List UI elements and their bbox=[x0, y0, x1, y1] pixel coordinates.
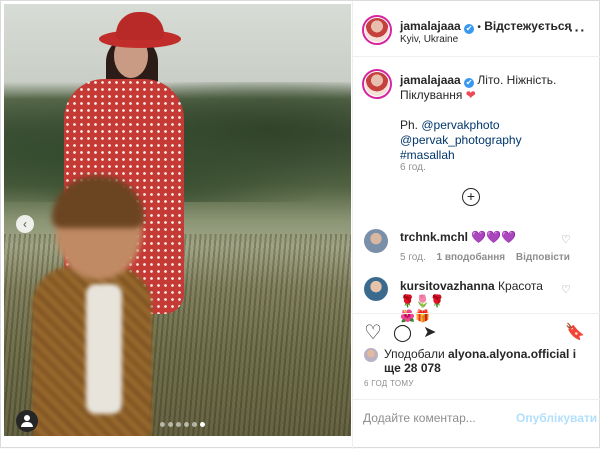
follow-button[interactable]: Відстежується bbox=[484, 19, 571, 33]
carousel-dot bbox=[192, 422, 197, 427]
comment-like-icon[interactable]: ♡ bbox=[561, 283, 571, 296]
liker-avatar[interactable] bbox=[364, 348, 378, 362]
heart-emoji: ❤ bbox=[465, 88, 476, 102]
caption-line: jamalajaaa ✔ Літо. Ніжність. Піклування … bbox=[400, 73, 590, 103]
carousel-dot bbox=[176, 422, 181, 427]
credit-label: Ph. bbox=[400, 118, 419, 132]
comment-icon[interactable]: ◯ bbox=[393, 322, 412, 344]
caption-credit: Ph. @pervakphoto bbox=[400, 118, 590, 133]
author-username[interactable]: jamalajaaa bbox=[400, 19, 461, 33]
share-icon[interactable]: ➤ bbox=[423, 322, 436, 344]
mention-link[interactable]: @pervakphoto bbox=[421, 118, 499, 132]
bookmark-icon[interactable]: 🔖 bbox=[565, 322, 585, 344]
comment-meta: 5 год. 1 вподобання Відповісти bbox=[400, 252, 570, 263]
add-comment-bar: Опублікувати bbox=[353, 399, 600, 435]
comment-text: 💜💜💜 bbox=[471, 230, 517, 244]
post-photo[interactable]: ‹ bbox=[4, 4, 351, 436]
carousel-dot bbox=[168, 422, 173, 427]
more-options-icon[interactable]: ··· bbox=[569, 22, 586, 38]
comment-username[interactable]: kursitovazhanna bbox=[400, 279, 495, 293]
likes-prefix: Уподобали bbox=[384, 347, 445, 361]
caption-verified-icon: ✔ bbox=[464, 78, 475, 88]
comment-avatar[interactable] bbox=[364, 277, 388, 301]
carousel-dots bbox=[160, 422, 205, 427]
comment-input[interactable] bbox=[363, 409, 513, 427]
carousel-dot bbox=[184, 422, 189, 427]
comment-time: 5 год. bbox=[400, 252, 426, 263]
likes-summary: Уподобали alyona.alyona.official і ще 28… bbox=[384, 347, 584, 375]
tagged-users-icon[interactable] bbox=[16, 410, 38, 432]
photo-child-shirt bbox=[86, 284, 122, 414]
post-timestamp: 6 ГОД ТОМУ bbox=[364, 379, 414, 388]
carousel-prev-button[interactable]: ‹ bbox=[16, 215, 34, 233]
post-location[interactable]: Kyiv, Ukraine bbox=[400, 34, 458, 45]
verified-badge-icon: ✔ bbox=[464, 24, 475, 34]
photo-hat-crown bbox=[116, 12, 164, 40]
publish-button[interactable]: Опублікувати bbox=[516, 411, 597, 425]
header-separator: • bbox=[477, 22, 481, 33]
post-dialog: ‹ jamalajaaa ✔ • Відстежується Kyiv, Ukr… bbox=[0, 0, 600, 449]
header-name-row: jamalajaaa ✔ • Відстежується bbox=[400, 19, 572, 34]
post-side-panel: jamalajaaa ✔ • Відстежується Kyiv, Ukrai… bbox=[352, 1, 600, 449]
comment-username[interactable]: trchnk.mchl bbox=[400, 230, 468, 244]
post-header: jamalajaaa ✔ • Відстежується Kyiv, Ukrai… bbox=[353, 1, 600, 57]
comment-like-icon[interactable]: ♡ bbox=[561, 233, 571, 246]
comment-likes[interactable]: 1 вподобання bbox=[437, 252, 506, 263]
caption-time: 6 год. bbox=[400, 162, 426, 173]
mention-link-2[interactable]: @pervak_photography bbox=[400, 133, 590, 148]
author-avatar[interactable] bbox=[365, 18, 389, 42]
reply-button[interactable]: Відповісти bbox=[516, 252, 570, 263]
caption-username[interactable]: jamalajaaa bbox=[400, 73, 461, 87]
load-more-comments-button[interactable]: + bbox=[462, 188, 480, 206]
comment-line: trchnk.mchl 💜💜💜 bbox=[400, 230, 516, 244]
like-icon[interactable]: ♡ bbox=[364, 322, 382, 344]
comment-avatar[interactable] bbox=[364, 229, 388, 253]
carousel-dot bbox=[160, 422, 165, 427]
post-caption: jamalajaaa ✔ Літо. Ніжність. Піклування … bbox=[400, 73, 590, 163]
carousel-dot-active bbox=[200, 422, 205, 427]
caption-avatar[interactable] bbox=[365, 72, 389, 96]
liker-username[interactable]: alyona.alyona.official bbox=[448, 347, 569, 361]
hashtag-link[interactable]: #masallah bbox=[400, 148, 590, 163]
